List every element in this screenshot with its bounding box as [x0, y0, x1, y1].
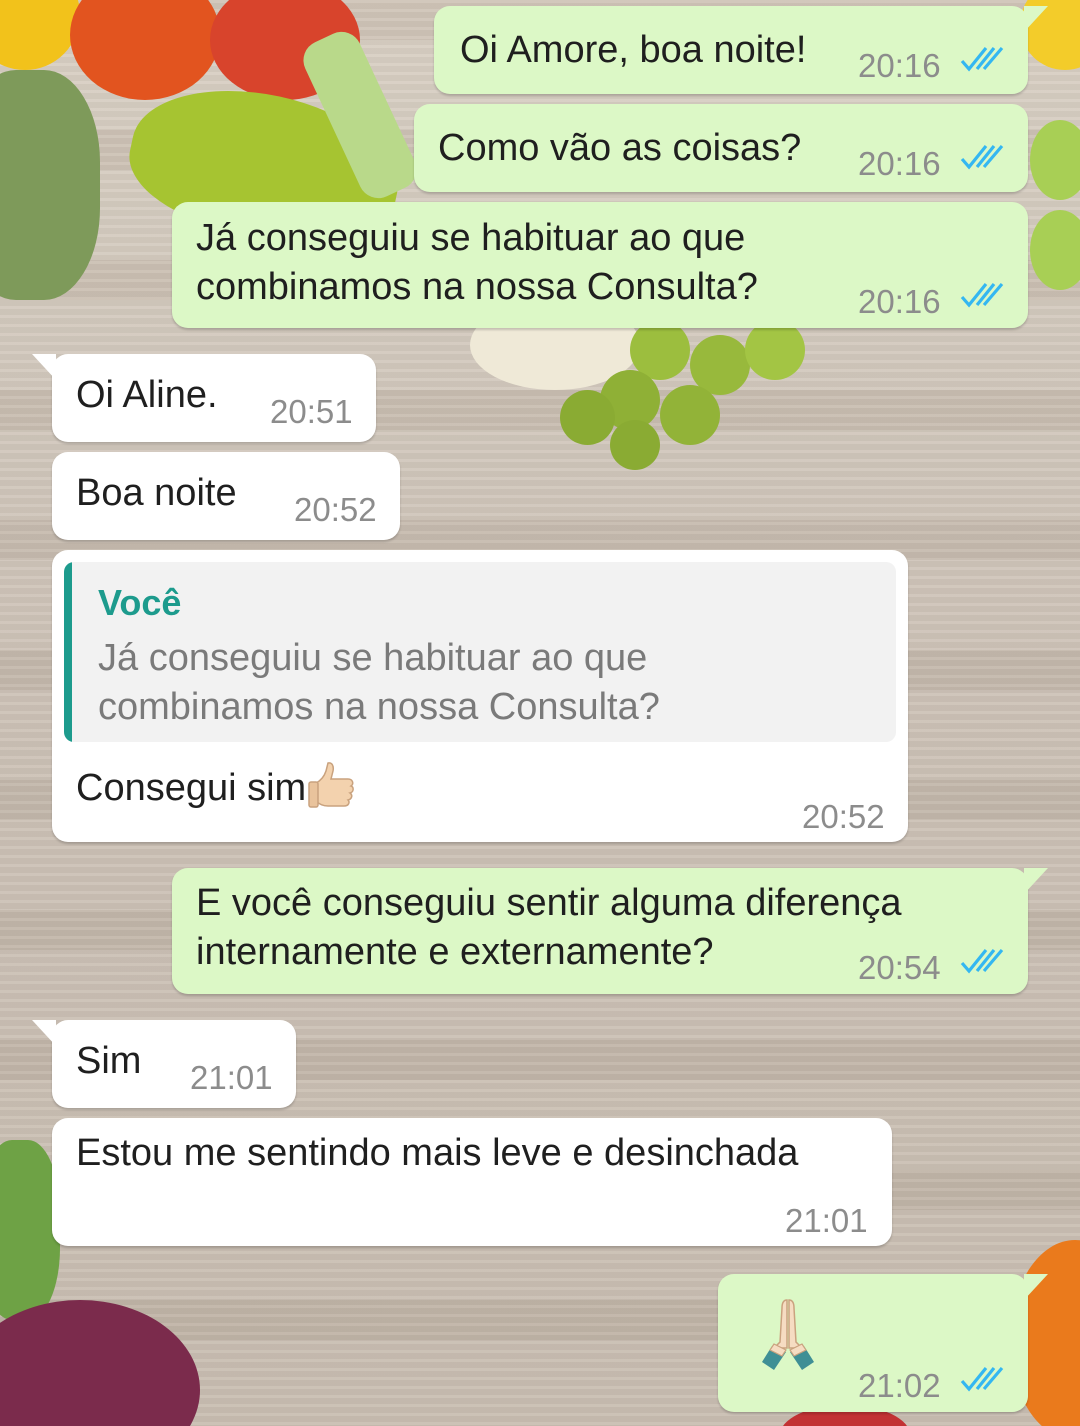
message-text-row: Consegui sim — [76, 762, 362, 813]
message-time: 20:52 — [802, 798, 885, 835]
incoming-message[interactable]: Oi Aline. 20:51 — [32, 354, 376, 442]
read-receipt-icon — [960, 46, 1004, 72]
message-time: 21:01 — [190, 1059, 273, 1096]
fruit-decoration — [0, 70, 100, 300]
incoming-message[interactable]: Estou me sentindo mais leve e desinchada… — [52, 1118, 892, 1246]
read-receipt-icon — [960, 144, 1004, 170]
message-text: Como vão as coisas? — [438, 127, 802, 169]
read-receipt-icon — [960, 948, 1004, 974]
message-time: 20:54 — [858, 949, 941, 986]
message-text: E você conseguiu sentir alguma diferença… — [196, 882, 902, 973]
quoted-message[interactable]: Você Já conseguiu se habituar ao que com… — [64, 562, 896, 742]
message-text: Já conseguiu se habituar ao que combinam… — [196, 217, 758, 308]
message-text: Oi Amore, boa noite! — [460, 29, 807, 71]
message-time: 21:02 — [858, 1367, 941, 1404]
outgoing-message[interactable]: Já conseguiu se habituar ao que combinam… — [172, 202, 1028, 328]
message-text: Sim — [76, 1040, 142, 1082]
fruit-decoration — [560, 390, 615, 445]
incoming-reply-message[interactable]: Você Já conseguiu se habituar ao que com… — [52, 550, 908, 842]
incoming-message[interactable]: Boa noite 20:52 — [52, 452, 400, 540]
message-time: 20:16 — [858, 47, 941, 84]
fruit-decoration — [70, 0, 220, 100]
outgoing-message[interactable]: Como vão as coisas? 20:16 — [414, 104, 1028, 192]
fruit-decoration — [745, 320, 805, 380]
message-text: Estou me sentindo mais leve e desinchada — [76, 1132, 799, 1174]
incoming-message[interactable]: Sim 21:01 — [32, 1020, 296, 1108]
quote-author: Você — [98, 582, 182, 623]
message-time: 20:16 — [858, 145, 941, 182]
fruit-decoration — [0, 0, 80, 70]
message-text: Oi Aline. — [76, 374, 218, 416]
folded-hands-icon — [762, 1299, 814, 1370]
message-text: Consegui sim — [76, 767, 307, 809]
message-text: Boa noite — [76, 472, 237, 514]
fruit-decoration — [0, 1140, 60, 1320]
quote-accent-bar — [64, 562, 72, 742]
message-time: 20:51 — [270, 393, 353, 430]
fruit-decoration — [0, 1300, 200, 1426]
read-receipt-icon — [960, 282, 1004, 308]
fruit-decoration — [1030, 120, 1080, 200]
message-time: 20:52 — [294, 491, 377, 528]
message-time: 20:16 — [858, 283, 941, 320]
outgoing-emoji-message[interactable]: 21:02 — [718, 1274, 1048, 1412]
quote-text: Já conseguiu se habituar ao que combinam… — [98, 637, 660, 728]
fruit-decoration — [1030, 210, 1080, 290]
fruit-decoration — [660, 385, 720, 445]
outgoing-message[interactable]: E você conseguiu sentir alguma diferença… — [172, 868, 1048, 994]
fruit-decoration — [610, 420, 660, 470]
message-time: 21:01 — [785, 1202, 868, 1239]
outgoing-message[interactable]: Oi Amore, boa noite! 20:16 — [434, 6, 1048, 94]
read-receipt-icon — [960, 1366, 1004, 1392]
thumbs-up-icon — [308, 762, 355, 808]
